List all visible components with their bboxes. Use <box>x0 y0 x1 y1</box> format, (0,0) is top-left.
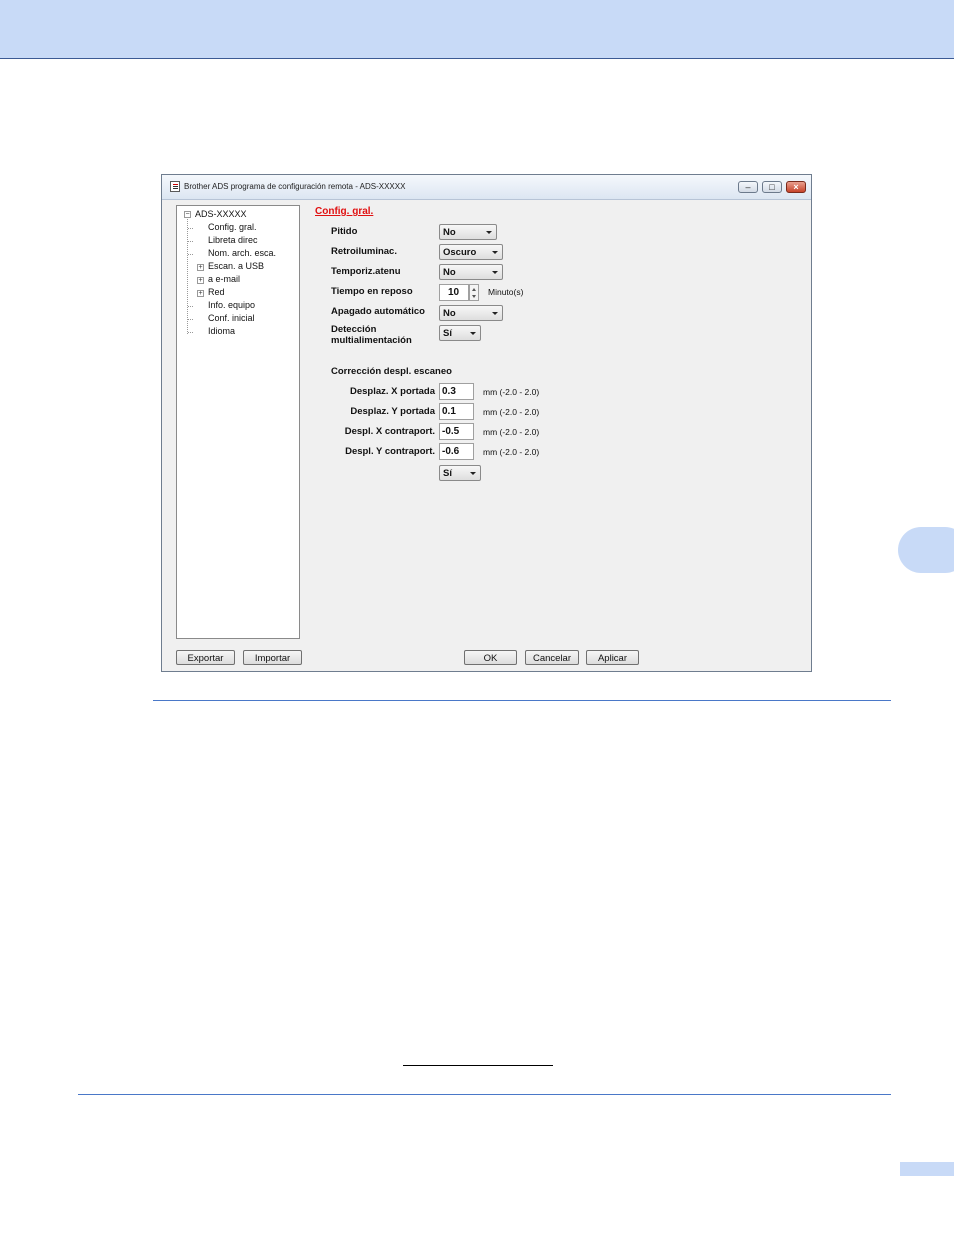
expand-icon[interactable]: + <box>197 290 204 297</box>
desplaz-x-portada-value: 0.3 <box>442 386 456 397</box>
importar-button[interactable]: Importar <box>243 650 302 665</box>
correction-heading: Corrección despl. escaneo <box>331 366 452 377</box>
despl-y-contraport-value: -0.6 <box>442 446 460 457</box>
section-title: Config. gral. <box>315 206 374 217</box>
tree-item-nom-arch[interactable]: Nom. arch. esca. <box>208 248 276 259</box>
dropdown-arrow-icon <box>486 231 492 234</box>
tree-branch-line <box>188 319 193 320</box>
desplaz-x-portada-input[interactable]: 0.3 <box>439 383 474 400</box>
apagado-value: No <box>443 308 456 319</box>
pitido-select[interactable]: No <box>439 224 497 240</box>
temporiz-select[interactable]: No <box>439 264 503 280</box>
page-header-band <box>0 0 954 59</box>
exportar-label: Exportar <box>187 653 224 664</box>
importar-label: Importar <box>254 653 291 664</box>
expand-icon[interactable]: + <box>197 264 204 271</box>
tree-root-device[interactable]: ADS-XXXXX <box>195 209 247 220</box>
apagado-label: Apagado automático <box>331 306 425 317</box>
ok-button[interactable]: OK <box>464 650 517 665</box>
apagado-select[interactable]: No <box>439 305 503 321</box>
spin-up-icon <box>472 288 476 291</box>
retroiluminac-label: Retroiluminac. <box>331 246 397 257</box>
remote-setup-window: Brother ADS programa de configuración re… <box>161 174 812 672</box>
pitido-value: No <box>443 227 456 238</box>
tree-branch-line <box>188 332 193 333</box>
despl-x-contraport-input[interactable]: -0.5 <box>439 423 474 440</box>
reposo-spin-buttons[interactable] <box>469 284 479 301</box>
settings-tree: − ADS-XXXXX Config. gral. Libreta direc … <box>176 205 300 639</box>
spin-down-icon <box>472 295 476 298</box>
aplicar-label: Aplicar <box>597 653 628 664</box>
minimize-button[interactable]: ‒ <box>738 181 758 193</box>
temporiz-value: No <box>443 267 456 278</box>
app-icon <box>170 181 180 192</box>
desplaz-x-portada-unit: mm (-2.0 - 2.0) <box>483 387 540 397</box>
retroiluminac-value: Oscuro <box>443 247 477 258</box>
content-separator-top <box>153 700 891 701</box>
dropdown-arrow-icon <box>492 271 498 274</box>
tree-item-email[interactable]: a e-mail <box>208 274 240 285</box>
dropdown-arrow-icon <box>492 312 498 315</box>
tree-branch-line <box>188 306 193 307</box>
desplaz-y-portada-unit: mm (-2.0 - 2.0) <box>483 407 540 417</box>
tree-branch-line <box>188 254 193 255</box>
close-icon: × <box>793 182 799 192</box>
minimize-icon: ‒ <box>745 182 751 192</box>
ok-label: OK <box>483 653 498 664</box>
deteccion-label-line1: Detección <box>331 324 377 335</box>
chapter-side-tab <box>898 527 954 573</box>
deteccion-value: Sí <box>443 328 452 339</box>
retroiluminac-select[interactable]: Oscuro <box>439 244 503 260</box>
tree-item-info-equipo[interactable]: Info. equipo <box>208 300 255 311</box>
reposo-stepper[interactable]: 10 <box>439 284 469 301</box>
expand-icon[interactable]: + <box>197 277 204 284</box>
despl-y-contraport-label: Despl. Y contraport. <box>345 446 435 457</box>
desplaz-y-portada-label: Desplaz. Y portada <box>350 406 435 417</box>
exportar-button[interactable]: Exportar <box>176 650 235 665</box>
correction-enable-select[interactable]: Sí <box>439 465 481 481</box>
tree-item-config-gral[interactable]: Config. gral. <box>208 222 257 233</box>
tree-item-red[interactable]: Red <box>208 287 225 298</box>
footnote-line <box>403 1065 553 1066</box>
reposo-value: 10 <box>448 287 460 298</box>
desplaz-x-portada-label: Desplaz. X portada <box>350 386 435 397</box>
deteccion-label-line2: multialimentación <box>331 335 412 346</box>
reposo-unit: Minuto(s) <box>488 287 524 297</box>
tree-item-idioma[interactable]: Idioma <box>208 326 235 337</box>
window-titlebar: Brother ADS programa de configuración re… <box>162 175 811 200</box>
tree-item-escan-usb[interactable]: Escan. a USB <box>208 261 264 272</box>
dropdown-arrow-icon <box>470 332 476 335</box>
page-number-tab <box>900 1162 954 1176</box>
tree-branch-line <box>188 241 193 242</box>
temporiz-label: Temporiz.atenu <box>331 266 401 277</box>
deteccion-select[interactable]: Sí <box>439 325 481 341</box>
tree-guide-line <box>187 217 188 334</box>
despl-x-contraport-unit: mm (-2.0 - 2.0) <box>483 427 540 437</box>
close-button[interactable]: × <box>786 181 806 193</box>
despl-y-contraport-unit: mm (-2.0 - 2.0) <box>483 447 540 457</box>
reposo-label: Tiempo en reposo <box>331 286 413 297</box>
aplicar-button[interactable]: Aplicar <box>586 650 639 665</box>
despl-x-contraport-value: -0.5 <box>442 426 460 437</box>
desplaz-y-portada-input[interactable]: 0.1 <box>439 403 474 420</box>
cancelar-button[interactable]: Cancelar <box>525 650 579 665</box>
pitido-label: Pitido <box>331 226 358 237</box>
maximize-button[interactable]: □ <box>762 181 782 193</box>
cancelar-label: Cancelar <box>532 653 572 664</box>
dropdown-arrow-icon <box>492 251 498 254</box>
despl-x-contraport-label: Despl. X contraport. <box>344 426 435 437</box>
dropdown-arrow-icon <box>470 472 476 475</box>
despl-y-contraport-input[interactable]: -0.6 <box>439 443 474 460</box>
window-title: Brother ADS programa de configuración re… <box>184 182 406 191</box>
tree-item-libreta-direc[interactable]: Libreta direc <box>208 235 258 246</box>
correction-enable-value: Sí <box>443 468 452 479</box>
tree-item-conf-inicial[interactable]: Conf. inicial <box>208 313 255 324</box>
maximize-icon: □ <box>769 182 775 192</box>
desplaz-y-portada-value: 0.1 <box>442 406 456 417</box>
tree-branch-line <box>188 228 193 229</box>
collapse-icon[interactable]: − <box>184 211 191 218</box>
content-separator-bottom <box>78 1094 891 1095</box>
